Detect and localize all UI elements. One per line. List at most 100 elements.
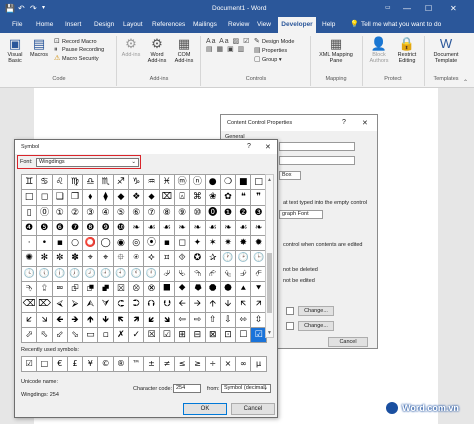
symbol-cell[interactable]: ✽ xyxy=(67,251,84,267)
change-checked-button[interactable]: Change... xyxy=(298,306,334,316)
close-icon[interactable]: ✕ xyxy=(450,0,457,17)
symbol-cell[interactable]: ② xyxy=(67,205,84,221)
symbol-cell[interactable]: ⮵ xyxy=(236,266,252,283)
symbol-cell[interactable]: ♋ xyxy=(37,175,53,191)
symbol-cell[interactable]: ⧫ xyxy=(98,190,114,206)
character-code-input[interactable]: 254 xyxy=(173,384,201,393)
redo-icon[interactable]: ↷ xyxy=(30,0,37,17)
symbol-cell[interactable]: ♏ xyxy=(98,175,114,191)
symbol-cell[interactable]: ♍ xyxy=(67,175,84,191)
symbol-cell[interactable]: ⮊ xyxy=(129,297,145,313)
block-authors-button[interactable]: 👤 Block Authors xyxy=(366,37,392,65)
symbol-cell[interactable]: ❧ xyxy=(129,220,145,237)
symbol-cell[interactable]: □ xyxy=(22,190,38,206)
close-button[interactable]: ✕ xyxy=(362,119,368,127)
recent-symbol-cell[interactable]: □ xyxy=(37,357,53,373)
symbol-cell[interactable]: ⑥ xyxy=(129,205,145,221)
control-gallery[interactable]: Aa Aa ▨ ☑ ▤ ▦ ▣ ▥ xyxy=(206,38,250,54)
collapse-ribbon-icon[interactable]: ⌃ xyxy=(463,79,468,86)
symbol-cell[interactable]: 🡻 xyxy=(98,312,114,328)
symbol-cell[interactable]: ▪ xyxy=(52,236,68,252)
symbol-cell[interactable]: 🡿 xyxy=(144,312,160,328)
symbol-cell[interactable]: ⊡ xyxy=(220,327,237,344)
from-select[interactable]: Symbol (decimal) ⌄ xyxy=(221,384,271,393)
symbol-cell[interactable]: 🡸 xyxy=(52,312,68,328)
symbol-cell[interactable]: ⬃ xyxy=(52,327,68,344)
help-button[interactable]: ? xyxy=(342,119,346,126)
symbol-cell[interactable]: ⇨ xyxy=(190,312,206,328)
symbol-cell[interactable]: ☒ xyxy=(144,327,160,344)
visual-basic-button[interactable]: ▣ Visual Basic xyxy=(4,37,26,65)
symbol-cell[interactable]: ⮽ xyxy=(113,282,130,298)
recent-symbol-cell[interactable]: ¥ xyxy=(83,357,99,373)
tab-review[interactable]: Review xyxy=(228,17,249,33)
undo-icon[interactable]: ↶ xyxy=(18,0,25,17)
symbol-cell[interactable]: ⬁ xyxy=(37,327,53,344)
symbol-cell[interactable]: ▪ xyxy=(159,236,175,252)
symbol-cell[interactable]: ⑦ xyxy=(144,205,160,221)
symbol-cell[interactable]: ❽ xyxy=(83,220,99,237)
symbol-cell[interactable]: ⮋ xyxy=(159,297,175,313)
symbol-cell[interactable]: ⮈ xyxy=(113,297,130,313)
symbol-cell[interactable]: ⯑ xyxy=(174,251,191,267)
symbol-cell[interactable]: 🡼 xyxy=(113,312,130,328)
symbol-cell[interactable]: ⬄ xyxy=(236,312,252,328)
recent-symbol-cell[interactable]: ® xyxy=(113,357,130,373)
tell-me-search[interactable]: Tell me what you want to do xyxy=(361,17,441,33)
show-as-select[interactable]: Box xyxy=(279,171,301,180)
symbol-cell[interactable]: 🕛 xyxy=(144,266,160,283)
symbol-cell[interactable]: ❼ xyxy=(67,220,84,237)
macro-security-button[interactable]: ⚠ Macro Security xyxy=(54,55,99,63)
recent-symbol-cell[interactable]: ☑ xyxy=(22,357,38,373)
symbol-cell[interactable]: ⌫ xyxy=(22,297,38,313)
properties-button[interactable]: ▤Properties xyxy=(254,47,287,55)
tab-design[interactable]: Design xyxy=(94,17,114,33)
symbol-cell[interactable]: ⮰ xyxy=(159,266,175,283)
symbol-cell[interactable]: ⌖ xyxy=(98,251,114,267)
symbol-cell[interactable]: 🡺 xyxy=(67,312,84,328)
symbol-cell[interactable]: ✺ xyxy=(22,251,38,267)
symbol-cell[interactable]: 🡽 xyxy=(129,312,145,328)
symbol-cell[interactable]: ❧ xyxy=(220,220,237,237)
symbol-cell[interactable]: ⬀ xyxy=(22,327,38,344)
symbol-cell[interactable]: ◻ xyxy=(174,236,191,252)
symbol-cell[interactable]: ④ xyxy=(98,205,114,221)
symbol-cell[interactable]: ⮺ xyxy=(67,282,84,298)
symbol-cell[interactable]: ⌘ xyxy=(190,190,206,206)
xml-mapping-pane-button[interactable]: ▦ XML Mapping Pane xyxy=(314,37,358,65)
symbol-cell[interactable]: ⬥ xyxy=(144,190,160,206)
symbol-cell[interactable]: ⯐ xyxy=(113,251,130,267)
recent-symbol-cell[interactable]: ± xyxy=(144,357,160,373)
symbol-cell[interactable]: ⯏ xyxy=(159,251,175,267)
ribbon-display-icon[interactable]: ▭ xyxy=(385,0,391,17)
symbol-cell[interactable]: ⬧ xyxy=(83,190,99,206)
symbol-cell[interactable]: ✰ xyxy=(205,251,221,267)
pause-recording-button[interactable]: ⏸ Pause Recording xyxy=(54,46,104,54)
symbol-cell[interactable]: ⯃ xyxy=(205,282,221,298)
symbol-cell[interactable]: ⓪ xyxy=(37,205,53,221)
design-mode-button[interactable]: ✎ Design Mode xyxy=(254,38,294,46)
symbol-cell[interactable]: ⮾ xyxy=(129,282,145,298)
symbol-cell[interactable]: ⮻ xyxy=(83,282,99,298)
symbol-cell[interactable]: 🕖 xyxy=(67,266,84,283)
help-button[interactable]: ? xyxy=(247,143,251,150)
symbol-cell[interactable]: ❹ xyxy=(22,220,38,237)
font-select[interactable]: Wingdings ⌄ xyxy=(36,158,139,167)
symbol-cell[interactable]: ☐ xyxy=(236,327,252,344)
symbol-cell[interactable]: 🕗 xyxy=(83,266,99,283)
symbol-cell[interactable]: ✶ xyxy=(205,236,221,252)
symbol-cell[interactable]: ⯄ xyxy=(220,282,237,298)
symbol-cell[interactable]: ⮱ xyxy=(174,266,191,283)
symbol-cell[interactable]: ❝ xyxy=(236,190,252,206)
symbol-cell[interactable]: ♌ xyxy=(52,175,68,191)
symbol-cell[interactable]: ❧ xyxy=(174,220,191,237)
symbol-cell[interactable]: ♐ xyxy=(113,175,130,191)
symbol-cell[interactable]: ⯀ xyxy=(159,282,175,298)
scroll-thumb[interactable] xyxy=(267,253,272,313)
symbol-cell[interactable]: ❾ xyxy=(98,220,114,237)
symbol-cell[interactable]: 🡩 xyxy=(205,297,221,313)
recent-symbol-cell[interactable]: € xyxy=(52,357,68,373)
symbol-cell[interactable]: 🡮 xyxy=(37,312,53,328)
symbol-cell[interactable]: ⓝ xyxy=(190,175,206,191)
recent-symbol-cell[interactable]: ∞ xyxy=(236,357,252,373)
